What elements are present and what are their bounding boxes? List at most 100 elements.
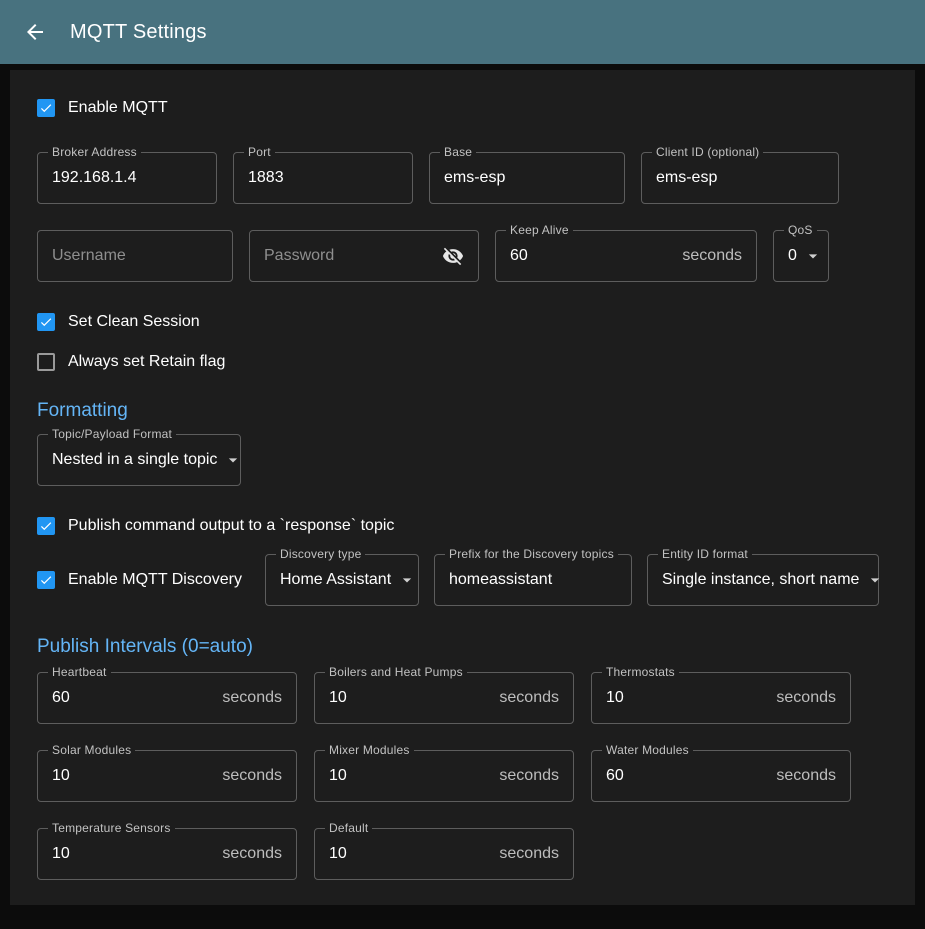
qos-label: QoS — [784, 223, 817, 237]
publish-intervals-heading: Publish Intervals (0=auto) — [37, 636, 888, 658]
enable-discovery-checkbox[interactable] — [37, 571, 55, 589]
interval-suffix: seconds — [491, 845, 559, 863]
topic-format-label: Topic/Payload Format — [48, 427, 176, 441]
keep-alive-field[interactable]: Keep Alive 60 seconds — [495, 230, 757, 282]
clean-session-checkbox[interactable] — [37, 313, 55, 331]
discovery-type-select[interactable]: Discovery type Home Assistant — [265, 554, 419, 606]
interval-label: Temperature Sensors — [48, 821, 175, 835]
client-id-field[interactable]: Client ID (optional) — [641, 152, 839, 204]
broker-address-field[interactable]: Broker Address — [37, 152, 217, 204]
interval-label: Boilers and Heat Pumps — [325, 665, 467, 679]
publish-response-row[interactable]: Publish command output to a `response` t… — [37, 514, 888, 538]
interval-suffix: seconds — [768, 689, 836, 707]
interval-value[interactable]: 10 — [329, 845, 347, 863]
interval-value[interactable]: 60 — [52, 689, 70, 707]
enable-discovery-label: Enable MQTT Discovery — [68, 571, 242, 589]
keep-alive-suffix: seconds — [674, 247, 742, 265]
clean-session-row[interactable]: Set Clean Session — [37, 310, 888, 334]
base-field[interactable]: Base — [429, 152, 625, 204]
interval-label: Heartbeat — [48, 665, 111, 679]
interval-field-mixer[interactable]: Mixer Modules 10 seconds — [314, 750, 574, 802]
interval-value[interactable]: 10 — [606, 689, 624, 707]
topic-format-row: Topic/Payload Format Nested in a single … — [37, 434, 888, 486]
port-input[interactable] — [248, 169, 398, 187]
back-button[interactable] — [14, 11, 56, 53]
base-input[interactable] — [444, 169, 610, 187]
broker-address-input[interactable] — [52, 169, 202, 187]
discovery-row: Enable MQTT Discovery Discovery type Hom… — [37, 554, 888, 606]
qos-select[interactable]: QoS 0 — [773, 230, 829, 282]
interval-label: Mixer Modules — [325, 743, 414, 757]
interval-field-boilers[interactable]: Boilers and Heat Pumps 10 seconds — [314, 672, 574, 724]
interval-suffix: seconds — [214, 767, 282, 785]
check-icon — [39, 518, 53, 534]
enable-mqtt-row[interactable]: Enable MQTT — [37, 96, 888, 120]
interval-value[interactable]: 10 — [329, 767, 347, 785]
keep-alive-value[interactable]: 60 — [510, 247, 528, 265]
qos-value: 0 — [788, 247, 797, 265]
credentials-row: Keep Alive 60 seconds QoS 0 — [37, 230, 888, 282]
interval-field-heartbeat[interactable]: Heartbeat 60 seconds — [37, 672, 297, 724]
interval-suffix: seconds — [214, 845, 282, 863]
topic-format-select[interactable]: Topic/Payload Format Nested in a single … — [37, 434, 241, 486]
username-field[interactable] — [37, 230, 233, 282]
enable-mqtt-label: Enable MQTT — [68, 99, 168, 117]
visibility-off-icon — [442, 245, 464, 267]
discovery-prefix-label: Prefix for the Discovery topics — [445, 547, 618, 561]
interval-value[interactable]: 10 — [329, 689, 347, 707]
port-field[interactable]: Port — [233, 152, 413, 204]
intervals-grid: Heartbeat 60 seconds Boilers and Heat Pu… — [37, 672, 888, 880]
password-field[interactable] — [249, 230, 479, 282]
discovery-prefix-input[interactable] — [449, 571, 617, 589]
password-visibility-toggle[interactable] — [442, 245, 464, 267]
clean-session-label: Set Clean Session — [68, 313, 200, 331]
base-label: Base — [440, 145, 476, 159]
interval-field-solar[interactable]: Solar Modules 10 seconds — [37, 750, 297, 802]
entity-id-format-label: Entity ID format — [658, 547, 752, 561]
interval-field-default[interactable]: Default 10 seconds — [314, 828, 574, 880]
interval-label: Solar Modules — [48, 743, 135, 757]
retain-flag-label: Always set Retain flag — [68, 353, 225, 371]
retain-flag-checkbox[interactable] — [37, 353, 55, 371]
interval-value[interactable]: 60 — [606, 767, 624, 785]
topic-format-value: Nested in a single topic — [52, 451, 217, 469]
publish-response-label: Publish command output to a `response` t… — [68, 517, 394, 535]
username-input[interactable] — [52, 247, 218, 265]
client-id-input[interactable] — [656, 169, 824, 187]
publish-response-checkbox[interactable] — [37, 517, 55, 535]
enable-discovery-row[interactable]: Enable MQTT Discovery — [37, 568, 242, 592]
check-icon — [39, 572, 53, 588]
interval-suffix: seconds — [491, 767, 559, 785]
dropdown-arrow-icon — [859, 570, 885, 590]
discovery-prefix-field[interactable]: Prefix for the Discovery topics — [434, 554, 632, 606]
dropdown-arrow-icon — [797, 246, 823, 266]
formatting-heading: Formatting — [37, 400, 888, 422]
entity-id-format-value: Single instance, short name — [662, 571, 859, 589]
interval-suffix: seconds — [768, 767, 836, 785]
interval-value[interactable]: 10 — [52, 767, 70, 785]
interval-field-water[interactable]: Water Modules 60 seconds — [591, 750, 851, 802]
dropdown-arrow-icon — [391, 570, 417, 590]
password-input[interactable] — [264, 247, 442, 265]
retain-flag-row[interactable]: Always set Retain flag — [37, 350, 888, 374]
keep-alive-label: Keep Alive — [506, 223, 573, 237]
interval-field-thermostats[interactable]: Thermostats 10 seconds — [591, 672, 851, 724]
interval-suffix: seconds — [214, 689, 282, 707]
interval-label: Water Modules — [602, 743, 693, 757]
discovery-type-label: Discovery type — [276, 547, 366, 561]
port-label: Port — [244, 145, 275, 159]
client-id-label: Client ID (optional) — [652, 145, 763, 159]
broker-row: Broker Address Port Base Client ID (opti… — [37, 152, 888, 204]
interval-value[interactable]: 10 — [52, 845, 70, 863]
interval-suffix: seconds — [491, 689, 559, 707]
enable-mqtt-checkbox[interactable] — [37, 99, 55, 117]
interval-field-temperature[interactable]: Temperature Sensors 10 seconds — [37, 828, 297, 880]
interval-label: Default — [325, 821, 372, 835]
page-title: MQTT Settings — [70, 21, 207, 44]
dropdown-arrow-icon — [217, 450, 243, 470]
check-icon — [39, 314, 53, 330]
broker-address-label: Broker Address — [48, 145, 141, 159]
entity-id-format-select[interactable]: Entity ID format Single instance, short … — [647, 554, 879, 606]
arrow-left-icon — [23, 20, 47, 44]
mqtt-settings-form: Enable MQTT Broker Address Port Base Cli… — [10, 70, 915, 905]
